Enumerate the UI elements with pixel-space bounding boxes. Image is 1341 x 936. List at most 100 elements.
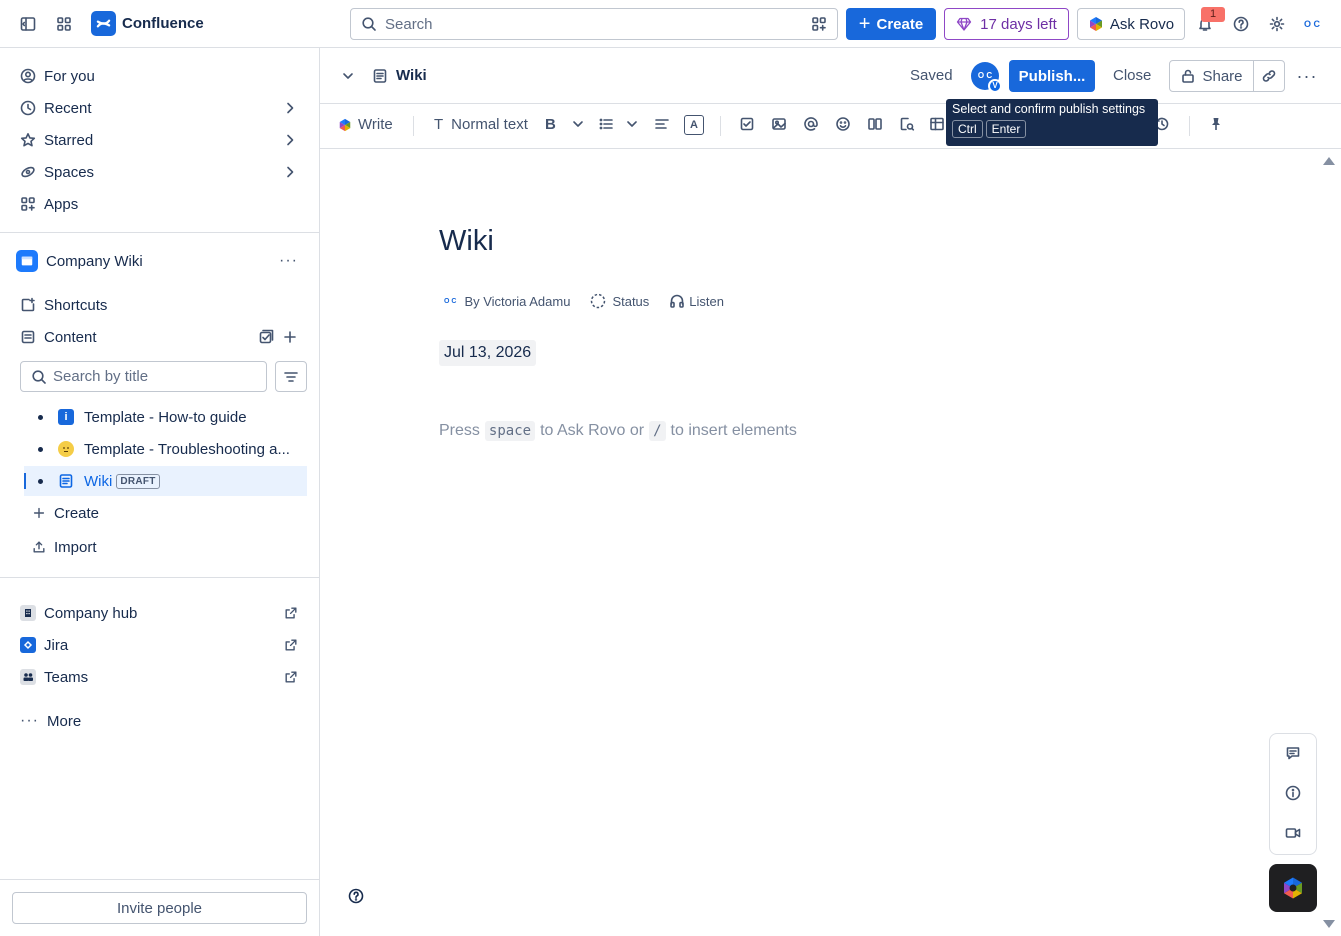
invite-people-button[interactable]: Invite people xyxy=(12,892,307,924)
image-icon xyxy=(772,118,786,130)
bulk-select-icon[interactable] xyxy=(258,329,274,345)
sidebar-link-teams[interactable]: Teams xyxy=(12,661,308,693)
sidebar-item-content[interactable]: Content xyxy=(12,321,308,353)
draft-badge: DRAFT xyxy=(116,473,160,489)
insert-image-button[interactable] xyxy=(771,116,787,132)
bullet-list-button[interactable] xyxy=(598,116,614,132)
sidebar-item-shortcuts[interactable]: Shortcuts xyxy=(12,289,308,321)
sidebar-link-company-hub[interactable]: Company hub xyxy=(12,597,308,629)
editor-placeholder[interactable]: Press space to Ask Rovo or / to insert e… xyxy=(439,421,797,441)
close-button[interactable]: Close xyxy=(1113,67,1151,84)
sidebar-create-button[interactable]: Create xyxy=(12,497,308,529)
space-more-icon[interactable]: ··· xyxy=(279,252,298,270)
title-search-input[interactable] xyxy=(53,368,253,385)
pin-toolbar-button[interactable] xyxy=(1208,116,1224,132)
chevron-right-icon[interactable] xyxy=(282,164,298,180)
trial-button[interactable]: 17 days left xyxy=(944,8,1069,40)
chevron-right-icon[interactable] xyxy=(282,132,298,148)
date-chip[interactable]: Jul 13, 2026 xyxy=(439,340,537,366)
sidebar-item-starred[interactable]: Starred xyxy=(12,124,308,156)
confluence-logo[interactable]: Confluence xyxy=(91,11,204,36)
profile-avatar[interactable]: O C xyxy=(1299,12,1325,36)
mention-button[interactable] xyxy=(803,116,819,132)
rovo-chat-button[interactable] xyxy=(1269,864,1317,912)
app-switcher-button[interactable] xyxy=(48,8,80,40)
jira-icon xyxy=(20,637,36,653)
settings-button[interactable] xyxy=(1261,8,1293,40)
action-item-button[interactable] xyxy=(739,116,755,132)
collaborator-badge: V xyxy=(988,79,1002,93)
tree-item-wiki[interactable]: Wiki DRAFT xyxy=(24,466,307,496)
search-input[interactable] xyxy=(385,15,805,33)
rovo-icon xyxy=(1089,17,1102,31)
bold-button[interactable]: B xyxy=(545,116,556,133)
link-icon xyxy=(1262,70,1276,82)
share-button[interactable]: Share xyxy=(1169,60,1254,92)
info-icon xyxy=(1285,785,1301,801)
editor-help-button[interactable] xyxy=(340,880,372,912)
help-icon xyxy=(1233,16,1249,32)
text-style-dropdown[interactable]: T Normal text xyxy=(434,116,528,133)
layout-button[interactable] xyxy=(867,116,883,132)
sidebar-item-recent[interactable]: Recent xyxy=(12,92,308,124)
rovo-icon xyxy=(1284,877,1302,899)
shortcut-key-enter: Enter xyxy=(985,120,1027,138)
info-icon: i xyxy=(58,409,74,425)
author-name[interactable]: By Victoria Adamu xyxy=(464,294,570,309)
page-title[interactable]: Wiki xyxy=(439,225,494,258)
tree-item-how-to-guide[interactable]: i Template - How-to guide xyxy=(24,402,307,432)
content-icon xyxy=(21,330,35,344)
publish-button[interactable]: Publish... xyxy=(1009,60,1095,92)
sidebar-item-label: Starred xyxy=(44,131,94,149)
status-button[interactable]: Status xyxy=(590,293,649,309)
ask-rovo-button[interactable]: Ask Rovo xyxy=(1077,8,1185,40)
search-filters-button[interactable] xyxy=(805,10,833,38)
alignment-button[interactable] xyxy=(654,116,670,132)
sidebar-item-for-you[interactable]: For you xyxy=(12,60,308,92)
sidebar-item-more[interactable]: ··· More xyxy=(12,705,308,737)
more-actions-button[interactable]: ··· xyxy=(1291,60,1323,92)
more-formatting-dropdown[interactable] xyxy=(570,116,586,132)
app-grid-icon xyxy=(57,17,71,31)
video-button[interactable] xyxy=(1277,817,1309,849)
space-name: Company Wiki xyxy=(46,252,143,270)
details-button[interactable] xyxy=(1277,777,1309,809)
filter-button[interactable] xyxy=(275,361,307,392)
copy-link-button[interactable] xyxy=(1253,60,1285,92)
scroll-down-arrow[interactable] xyxy=(1322,918,1336,930)
listen-button[interactable]: Listen xyxy=(669,293,724,309)
sidebar-toggle-icon xyxy=(20,17,36,31)
text-color-button[interactable]: A xyxy=(684,115,704,135)
help-button[interactable] xyxy=(1225,8,1257,40)
add-content-icon[interactable] xyxy=(282,329,298,345)
sidebar-divider xyxy=(0,577,319,578)
trial-label: 17 days left xyxy=(980,15,1057,33)
insert-table-button[interactable] xyxy=(929,116,945,132)
comments-button[interactable] xyxy=(1277,737,1309,769)
scroll-up-arrow[interactable] xyxy=(1322,155,1336,167)
collapse-breadcrumb-button[interactable] xyxy=(332,60,364,92)
sidebar-item-label: Apps xyxy=(44,195,79,213)
smart-link-button[interactable] xyxy=(899,116,915,132)
toolbar-separator xyxy=(720,116,721,136)
tree-item-troubleshooting[interactable]: Template - Troubleshooting a... xyxy=(24,434,307,464)
chevron-right-icon[interactable] xyxy=(282,100,298,116)
emoji-button[interactable] xyxy=(835,116,851,132)
list-options-dropdown[interactable] xyxy=(624,116,640,132)
sidebar-import-button[interactable]: Import xyxy=(12,531,308,563)
create-button[interactable]: + Create xyxy=(846,8,936,40)
slash-key-hint: / xyxy=(649,421,666,441)
title-search-field[interactable] xyxy=(20,361,267,392)
sidebar-item-spaces[interactable]: Spaces xyxy=(12,156,308,188)
sidebar-link-jira[interactable]: Jira xyxy=(12,629,308,661)
breadcrumb-title[interactable]: Wiki xyxy=(396,67,427,84)
status-icon xyxy=(591,293,606,309)
write-mode-button[interactable]: Write xyxy=(338,116,393,133)
sidebar-toggle-button[interactable] xyxy=(12,8,44,40)
global-search[interactable] xyxy=(350,8,838,40)
space-header[interactable]: Company Wiki ··· xyxy=(12,245,308,277)
selected-indicator xyxy=(24,473,26,489)
publish-tooltip: Select and confirm publish settings Ctrl… xyxy=(946,99,1158,146)
placeholder-text: to insert elements xyxy=(670,422,797,439)
sidebar-item-apps[interactable]: Apps xyxy=(12,188,308,220)
